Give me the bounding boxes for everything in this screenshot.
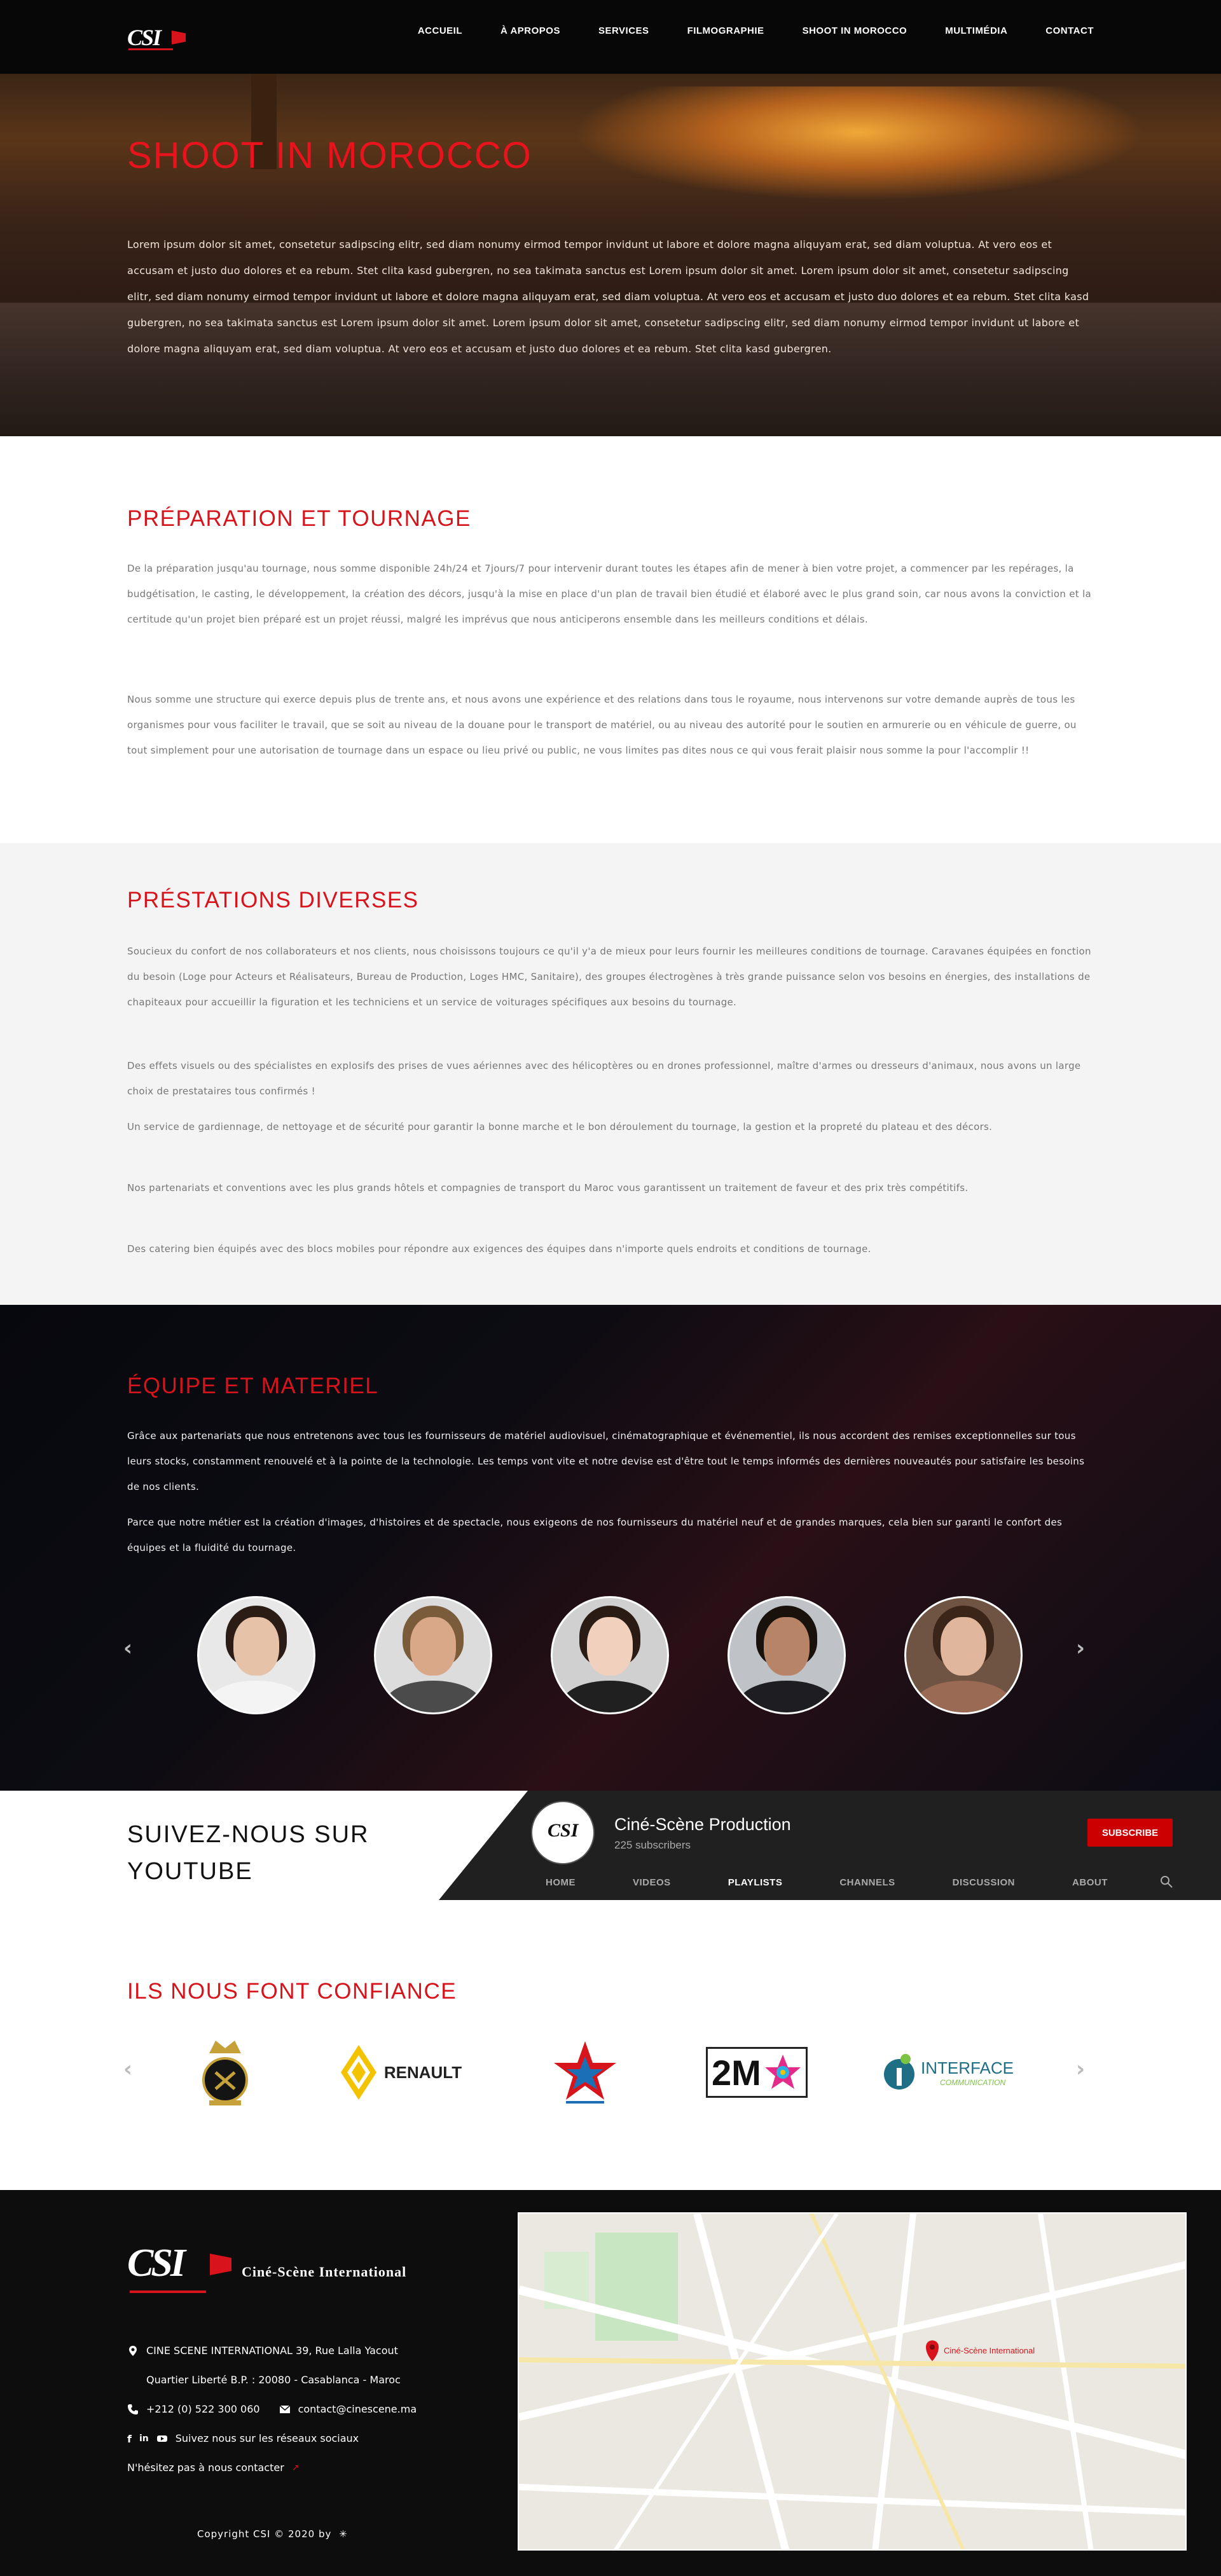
hero-title: SHOOT IN MOROCCO [127,135,532,176]
footer-address-line2: Quartier Liberté B.P. : 20080 - Casablan… [146,2374,401,2386]
youtube-tab-videos[interactable]: VIDEOS [633,1877,671,1888]
developer-logo-icon[interactable]: ✳ [339,2528,348,2540]
youtube-tabs: HOME VIDEOS PLAYLISTS CHANNELS DISCUSSIO… [546,1877,1165,1888]
hero-sunset-image [572,86,1145,201]
prestations-paragraph-5: Des catering bien équipés avec des blocs… [127,1243,871,1255]
footer-company-name: Ciné-Scène International [242,2264,407,2280]
section-prestations: PRÉSTATIONS DIVERSES Soucieux du confort… [0,843,1221,1305]
royal-crest-logo [193,2031,257,2114]
youtube-icon[interactable] [156,2433,168,2444]
prestations-paragraph-4: Nos partenariats et conventions avec les… [127,1182,969,1194]
footer-contact-info: CINE SCENE INTERNATIONAL 39, Rue Lalla Y… [127,2336,417,2483]
youtube-heading-line1: SUIVEZ-NOUS SUR [127,1821,369,1848]
copyright-text: Copyright CSI © 2020 by [197,2528,332,2540]
youtube-tab-discussion[interactable]: DISCUSSION [953,1877,1015,1888]
footer-logo-text: CSI [127,2242,186,2285]
youtube-heading-line2: YOUTUBE [127,1858,253,1885]
top-navbar: CSI ACCUEIL À APROPOS SERVICES FILMOGRAP… [0,0,1221,74]
youtube-channel-avatar[interactable]: CSI [531,1801,595,1864]
footer-address-line1: CINE SCENE INTERNATIONAL 39, Rue Lalla Y… [146,2345,398,2357]
copyright: Copyright CSI © 2020 by ✳ [197,2528,348,2540]
youtube-tab-channels[interactable]: CHANNELS [839,1877,895,1888]
location-pin-icon [129,2346,137,2356]
section-equipe: ÉQUIPE ET MATERIEL Grâce aux partenariat… [0,1305,1221,1791]
renault-logo: RENAULT [331,2031,471,2114]
youtube-section: SUIVEZ-NOUS SUR YOUTUBE CSI Ciné-Scène P… [0,1791,1221,1900]
email-icon [279,2405,291,2413]
clients-prev-arrow[interactable]: ‹ [123,2056,132,2082]
team-next-arrow[interactable]: › [1076,1636,1085,1661]
map-pin-label: Ciné-Scène International [944,2346,1035,2355]
youtube-tab-home[interactable]: HOME [546,1877,576,1888]
nav-apropos[interactable]: À APROPOS [500,25,560,36]
renault-logo-text: RENAULT [383,2062,462,2082]
preparation-paragraph-2: Nous somme une structure qui exerce depu… [127,694,1077,756]
interface-communication-logo: INTERFACE COMMUNICATION [878,2031,1018,2114]
team-prev-arrow[interactable]: ‹ [123,1636,132,1661]
footer-logo[interactable]: CSI Ciné-Scène International [127,2241,406,2293]
nav-services[interactable]: SERVICES [598,25,649,36]
contact-link-icon[interactable]: ↗ [292,2453,300,2483]
clients-logo-carousel: ‹ RENAULT 2M INTERFACE COMMUNICATION › [123,2031,1094,2114]
nav-filmographie[interactable]: FILMOGRAPHIE [687,25,764,36]
prestations-paragraph-2: Des effets visuels ou des spécialistes e… [127,1060,1081,1097]
prestations-paragraph-1: Soucieux du confort de nos collaborateur… [127,946,1091,1008]
clients-title: ILS NOUS FONT CONFIANCE [127,1979,457,2004]
footer-contact-prompt: N'hésitez pas à nous contacter [127,2462,284,2474]
youtube-channel-name[interactable]: Ciné-Scène Production [614,1815,791,1835]
youtube-tab-about[interactable]: ABOUT [1072,1877,1108,1888]
prestations-title: PRÉSTATIONS DIVERSES [127,888,419,913]
team-member-2-avatar[interactable] [374,1596,492,1714]
prestations-paragraph-3: Un service de gardiennage, de nettoyage … [127,1121,993,1133]
footer: CSI Ciné-Scène International CINE SCENE … [0,2190,1221,2576]
phone-icon [128,2404,138,2414]
youtube-subscribe-button[interactable]: SUBSCRIBE [1087,1819,1173,1847]
section-preparation: PRÉPARATION ET TOURNAGE De la préparatio… [0,436,1221,843]
footer-email[interactable]: contact@cinescene.ma [298,2395,417,2424]
preparation-paragraph-1: De la préparation jusqu'au tournage, nou… [127,563,1091,625]
nav-multimedia[interactable]: MULTIMÉDIA [945,25,1007,36]
linkedin-icon[interactable]: in [139,2434,149,2444]
clients-section: ILS NOUS FONT CONFIANCE ‹ RENAULT 2M INT… [0,1900,1221,2190]
interface-logo-subtext: COMMUNICATION [940,2077,1006,2087]
nav-contact[interactable]: CONTACT [1045,25,1094,36]
main-menu: ACCUEIL À APROPOS SERVICES FILMOGRAPHIE … [418,25,1094,36]
preparation-title: PRÉPARATION ET TOURNAGE [127,506,471,531]
team-member-5-avatar[interactable] [904,1596,1023,1714]
youtube-heading: SUIVEZ-NOUS SUR YOUTUBE [127,1816,369,1890]
footer-phone[interactable]: +212 (0) 522 300 060 [146,2395,260,2424]
2m-logo-text: 2M [712,2052,761,2093]
interface-logo-text: INTERFACE [921,2058,1014,2077]
hero-banner: SHOOT IN MOROCCO Lorem ipsum dolor sit a… [0,74,1221,436]
equipe-title: ÉQUIPE ET MATERIEL [127,1374,379,1398]
equipe-paragraph-1: Grâce aux partenariats que nous entreten… [127,1430,1085,1492]
youtube-subscriber-count: 225 subscribers [614,1839,691,1851]
2m-logo: 2M [700,2031,814,2114]
google-map[interactable]: Ciné-Scène International [518,2212,1187,2551]
youtube-tab-playlists[interactable]: PLAYLISTS [728,1877,783,1888]
hero-text: Lorem ipsum dolor sit amet, consetetur s… [127,238,1089,355]
nav-accueil[interactable]: ACCUEIL [418,25,462,36]
team-carousel: ‹ › [123,1596,1094,1714]
footer-social-text: Suivez nous sur les réseaux sociaux [175,2432,359,2444]
youtube-search-icon[interactable] [1159,1875,1173,1889]
clients-next-arrow[interactable]: › [1076,2056,1085,2082]
equipe-paragraph-2: Parce que notre métier est la création d… [127,1517,1063,1553]
youtube-avatar-text: CSI [548,1820,579,1841]
snrt-logo [534,2031,636,2114]
nav-shoot-in-morocco[interactable]: SHOOT IN MOROCCO [803,25,907,36]
team-member-1-avatar[interactable] [197,1596,315,1714]
team-member-3-avatar[interactable] [551,1596,669,1714]
site-logo[interactable]: CSI [127,23,193,52]
team-member-4-avatar[interactable] [728,1596,846,1714]
facebook-icon[interactable]: f [127,2433,132,2445]
